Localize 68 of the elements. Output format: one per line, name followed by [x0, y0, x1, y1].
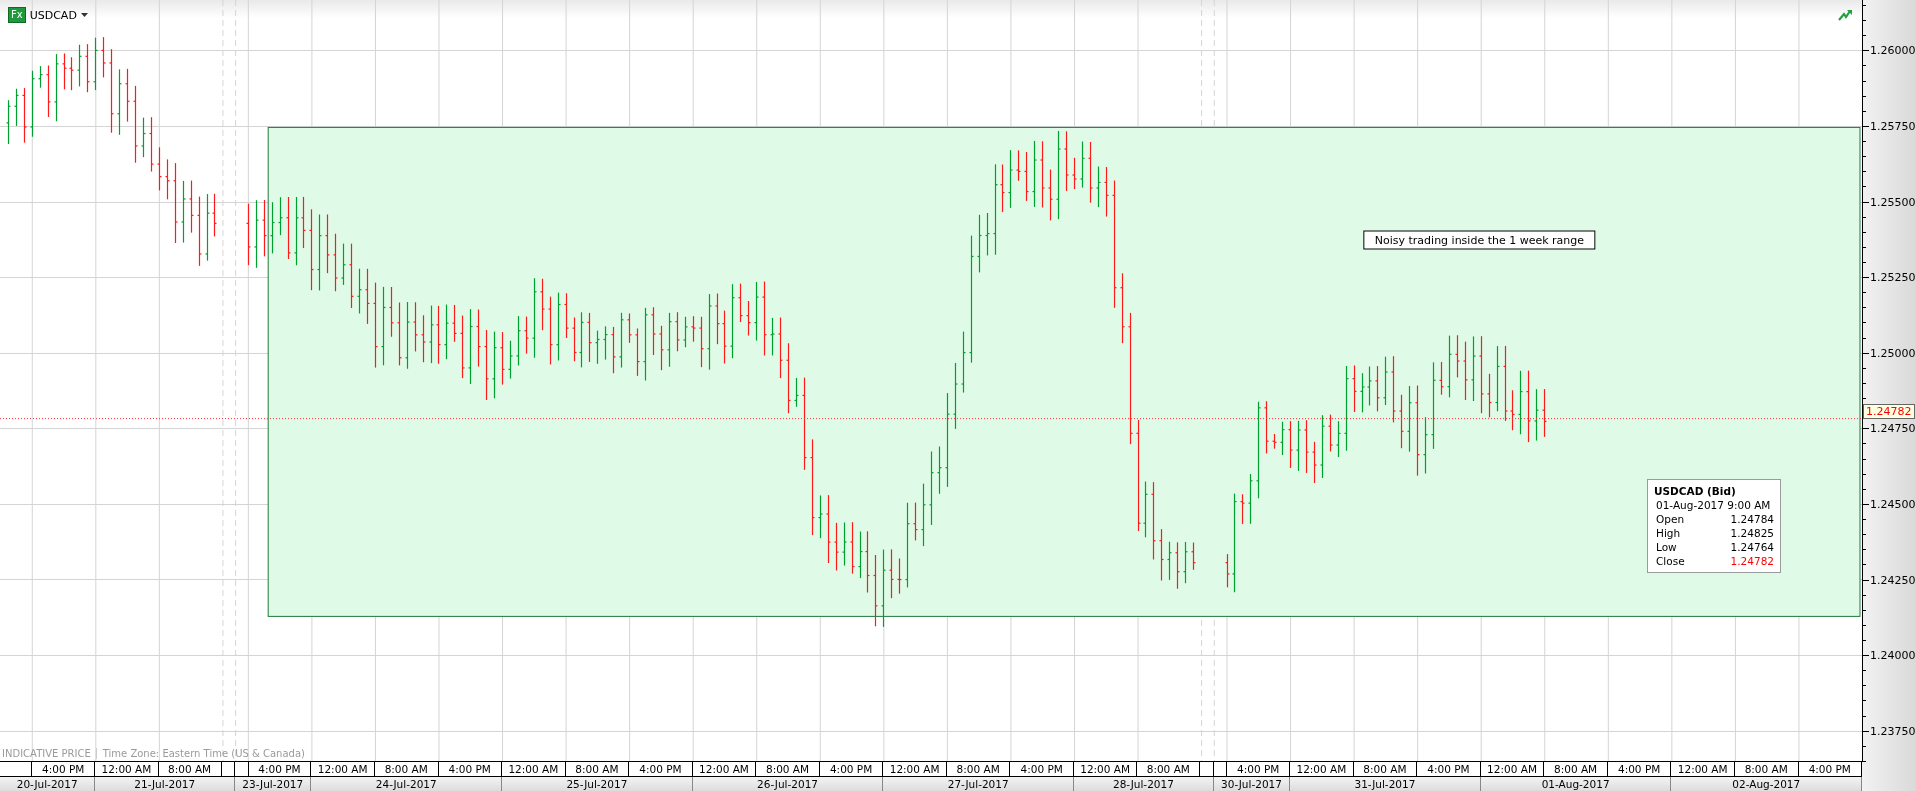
time-label: 4:00 PM: [1427, 763, 1470, 775]
date-label: 26-Jul-2017: [757, 778, 818, 790]
date-label: 30-Jul-2017: [1221, 778, 1282, 790]
date-label: 23-Jul-2017: [242, 778, 304, 790]
tooltip-time: 01-Aug-2017 9:00 AM: [1655, 498, 1772, 512]
time-label: 8:00 AM: [1554, 763, 1598, 775]
tooltip-value: 1.24784: [1730, 512, 1774, 526]
timezone-note: Time Zone: Eastern Time (US & Canada): [102, 748, 305, 759]
symbol-selector[interactable]: USDCAD: [29, 8, 77, 22]
axis-label: 1.25250: [1870, 271, 1916, 285]
tooltip-value: 1.24782: [1730, 554, 1774, 568]
date-label: 24-Jul-2017: [375, 778, 437, 790]
time-label: 12:00 AM: [1677, 763, 1728, 775]
time-label: 4:00 PM: [639, 763, 682, 775]
time-label: 12:00 AM: [1296, 763, 1347, 775]
time-label: 4:00 PM: [1808, 763, 1851, 775]
time-label: 8:00 AM: [1363, 763, 1407, 775]
time-label: 8:00 AM: [168, 763, 212, 775]
axis-label: 1.26000: [1870, 44, 1916, 58]
tooltip-label: Close: [1656, 554, 1685, 568]
time-label: 4:00 PM: [1617, 763, 1661, 775]
time-label: 12:00 AM: [1080, 763, 1131, 775]
time-label: 12:00 AM: [699, 763, 749, 775]
time-label: 8:00 AM: [575, 763, 619, 775]
axis-label: 1.24500: [1870, 497, 1916, 511]
tooltip-label: High: [1656, 526, 1681, 540]
time-label: 12:00 AM: [317, 763, 368, 775]
tooltip-label: Open: [1656, 512, 1685, 526]
axis-label: 1.25500: [1870, 195, 1916, 209]
fx-icon: Fx: [8, 7, 26, 23]
time-label: 8:00 AM: [1146, 763, 1190, 775]
axis-label: 1.25000: [1870, 346, 1916, 360]
date-label: 20-Jul-2017: [16, 778, 78, 790]
time-label: 4:00 PM: [42, 763, 85, 775]
caret-icon: [80, 13, 88, 17]
time-label: 8:00 AM: [1744, 763, 1788, 775]
time-label: 12:00 AM: [889, 763, 940, 775]
axis-label: 1.24000: [1870, 649, 1916, 663]
time-label: 8:00 AM: [956, 763, 1000, 775]
time-label: 8:00 AM: [765, 763, 810, 775]
trend-up-icon: [1838, 9, 1852, 21]
date-label: 25-Jul-2017: [566, 778, 628, 790]
axis-label: 1.24750: [1870, 422, 1916, 436]
time-label: 4:00 PM: [258, 763, 301, 775]
time-label: 4:00 PM: [1020, 763, 1063, 775]
tooltip-title: USDCAD (Bid): [1654, 484, 1737, 498]
axis-label: 1.23750: [1870, 724, 1916, 738]
date-label: 01-Aug-2017: [1541, 778, 1610, 790]
time-label: 4:00 PM: [829, 763, 873, 775]
current-price-label: 1.24782: [1863, 403, 1915, 419]
date-label: 28-Jul-2017: [1112, 778, 1174, 790]
date-label: 27-Jul-2017: [947, 778, 1009, 790]
source-note: INDICATIVE PRICE: [2, 748, 97, 759]
axis-label: 1.25750: [1870, 119, 1916, 133]
time-label: 12:00 AM: [508, 763, 559, 775]
tooltip-value: 1.24825: [1730, 526, 1774, 540]
tooltip-label: Low: [1656, 540, 1677, 554]
date-label: 31-Jul-2017: [1354, 778, 1416, 790]
date-label: 02-Aug-2017: [1732, 778, 1801, 790]
tooltip-value: 1.24764: [1730, 540, 1774, 554]
date-label: 21-Jul-2017: [134, 778, 196, 790]
time-label: 12:00 AM: [1487, 763, 1537, 775]
time-label: 4:00 PM: [1237, 763, 1280, 775]
time-label: 12:00 AM: [101, 763, 152, 775]
time-label: 4:00 PM: [448, 763, 491, 775]
time-label: 8:00 AM: [384, 763, 428, 775]
note-label: Noisy trading inside the 1 week range: [1363, 230, 1596, 250]
axis-label: 1.24250: [1870, 573, 1916, 587]
